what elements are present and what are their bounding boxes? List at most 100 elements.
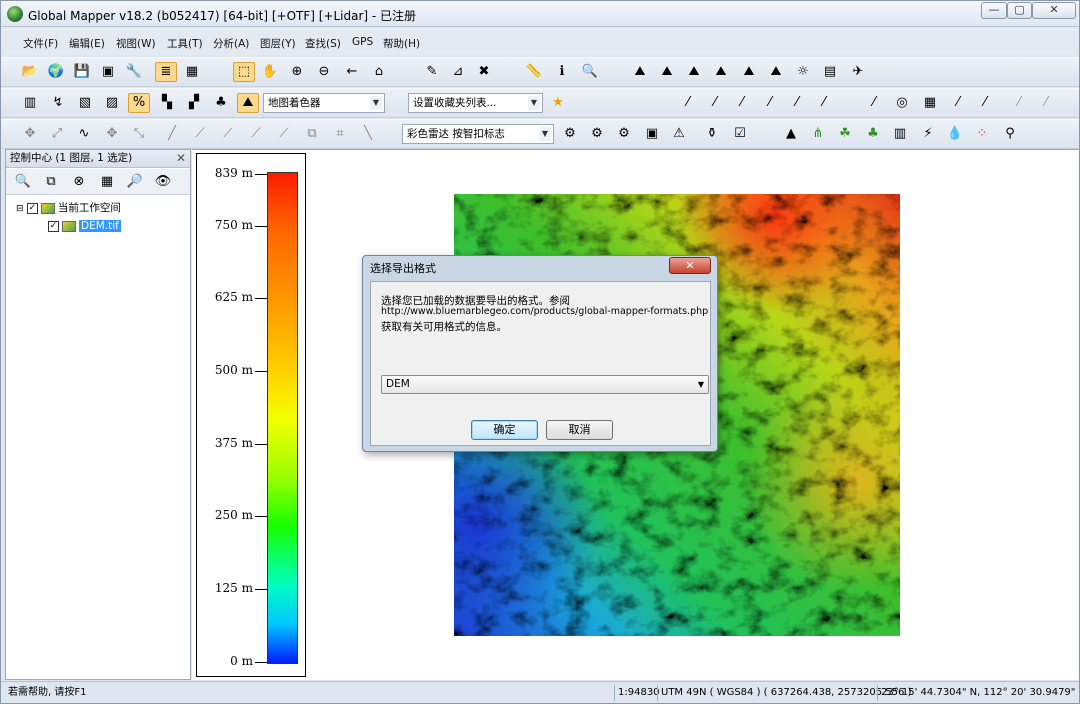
info-icon[interactable]: ℹ xyxy=(551,62,573,82)
lidar-profile-icon[interactable]: ▚ xyxy=(156,93,178,113)
draw-tool-7-icon[interactable]: ⁄ xyxy=(863,93,885,113)
draw-tool-10-icon[interactable]: ⁄ xyxy=(1008,93,1030,113)
edit-check-icon[interactable]: ☑ xyxy=(729,124,751,144)
measure-icon[interactable]: 📏 xyxy=(523,62,545,82)
pencil-icon[interactable]: ✎ xyxy=(421,62,443,82)
draw-tool-5-icon[interactable]: ⁄ xyxy=(786,93,808,113)
workspace-checkbox[interactable]: ✓ xyxy=(26,202,38,214)
layer-copy-icon[interactable]: ⧉ xyxy=(40,172,62,192)
slope-icon[interactable]: % xyxy=(128,93,150,113)
lidar-color-select[interactable]: 彩色雷达 按智扣标志 ▼ xyxy=(402,124,554,144)
gear-2-icon[interactable]: ⚙ xyxy=(586,124,608,144)
layer-panel-icon[interactable]: ▥ xyxy=(19,93,41,113)
tree-icon[interactable]: ♣ xyxy=(862,124,884,144)
draw-tool-8-icon[interactable]: ⁄ xyxy=(947,93,969,113)
layer-visibility-icon[interactable]: 👁 xyxy=(152,172,174,192)
terrain-4-icon[interactable]: ⛰ xyxy=(710,62,732,82)
zoom-out-icon[interactable]: ⊖ xyxy=(313,62,335,82)
layer-label[interactable]: DEM.tif xyxy=(79,220,121,232)
terrain-3-icon[interactable]: ⛰ xyxy=(683,62,705,82)
save-icon[interactable]: 💾 xyxy=(71,62,93,82)
crop-icon[interactable]: ⌗ xyxy=(329,124,351,144)
collapse-icon[interactable]: ⊟ xyxy=(16,204,24,214)
dialog-close-button[interactable]: ✕ xyxy=(669,257,711,274)
menu-file[interactable]: 文件(F) xyxy=(23,36,58,51)
view-2d-icon[interactable]: ▧ xyxy=(74,93,96,113)
minimize-button[interactable]: — xyxy=(981,2,1007,19)
close-icon[interactable]: ✕ xyxy=(176,150,186,167)
curve-icon[interactable]: ∿ xyxy=(73,124,95,144)
view-3d-icon[interactable]: ▨ xyxy=(101,93,123,113)
layer-options-icon[interactable]: ▦ xyxy=(96,172,118,192)
bush-icon[interactable]: ☘ xyxy=(834,124,856,144)
tree-workspace-row[interactable]: ⊟ ✓ 当前工作空间 xyxy=(16,200,121,216)
vertex-tool-1-icon[interactable]: ⟋ xyxy=(189,124,211,144)
menu-search[interactable]: 查找(S) xyxy=(305,36,341,51)
back-arrow-icon[interactable]: ← xyxy=(341,62,363,82)
close-window-button[interactable]: ✕ xyxy=(1032,2,1076,19)
points-icon[interactable]: ⁘ xyxy=(971,124,993,144)
draw-tool-3-icon[interactable]: ⁄ xyxy=(731,93,753,113)
menu-view[interactable]: 视图(W) xyxy=(116,36,156,51)
pan-hand-icon[interactable]: ✋ xyxy=(259,62,281,82)
control-center-icon[interactable]: ≣ xyxy=(155,62,177,82)
open-folder-icon[interactable]: 📂 xyxy=(19,62,41,82)
maximize-button[interactable]: ▢ xyxy=(1007,2,1032,19)
tree-layer-row[interactable]: ✓ DEM.tif xyxy=(48,218,121,234)
gear-3-icon[interactable]: ⚙ xyxy=(613,124,635,144)
image-filter-icon[interactable]: ▣ xyxy=(641,124,663,144)
shader-select[interactable]: 地图着色器 ▼ xyxy=(263,93,385,113)
mountain-icon[interactable]: ▲ xyxy=(780,124,802,144)
copy-icon[interactable]: ⧉ xyxy=(301,124,323,144)
workspace-icon[interactable]: ▣ xyxy=(97,62,119,82)
building-icon[interactable]: ▥ xyxy=(889,124,911,144)
cancel-button[interactable]: 取消 xyxy=(546,420,613,440)
water-drop-icon[interactable]: 💧 xyxy=(944,124,966,144)
warning-icon[interactable]: ⚠ xyxy=(668,124,690,144)
ok-button[interactable]: 确定 xyxy=(471,420,538,440)
ruler-icon[interactable]: ╲ xyxy=(357,124,379,144)
target-icon[interactable]: ◎ xyxy=(891,93,913,113)
menu-analysis[interactable]: 分析(A) xyxy=(213,36,249,51)
layer-zoom-icon[interactable]: 🔎 xyxy=(124,172,146,192)
zoom-in-icon[interactable]: ⊕ xyxy=(286,62,308,82)
move-2-icon[interactable]: ✥ xyxy=(101,124,123,144)
layer-close-icon[interactable]: ⊗ xyxy=(68,172,90,192)
power-line-icon[interactable]: ⚡ xyxy=(917,124,939,144)
draw-tool-2-icon[interactable]: ⁄ xyxy=(704,93,726,113)
terrain-1-icon[interactable]: ⛰ xyxy=(629,62,651,82)
globe-data-icon[interactable]: 🌍 xyxy=(45,62,67,82)
shader-icon[interactable]: ⛰ xyxy=(237,93,259,113)
menu-gps[interactable]: GPS xyxy=(352,36,373,48)
tree-lidar-icon[interactable]: ♣ xyxy=(210,93,232,113)
path-icon[interactable]: ↯ xyxy=(47,93,69,113)
layer-metadata-icon[interactable]: 🔍 xyxy=(12,172,34,192)
menu-layer[interactable]: 图层(Y) xyxy=(260,36,296,51)
grid-icon[interactable]: ▦ xyxy=(919,93,941,113)
export-format-select[interactable]: DEM ▼ xyxy=(381,375,709,394)
menu-help[interactable]: 帮助(H) xyxy=(383,36,420,51)
area-select-icon[interactable]: ⊿ xyxy=(447,62,469,82)
overview-map-icon[interactable]: ▦ xyxy=(181,62,203,82)
wrench-icon[interactable]: 🔧 xyxy=(123,62,145,82)
move-icon[interactable]: ✥ xyxy=(19,124,41,144)
filter-icon[interactable]: ⚱ xyxy=(701,124,723,144)
draw-tool-11-icon[interactable]: ⁄ xyxy=(1035,93,1057,113)
draw-tool-9-icon[interactable]: ⁄ xyxy=(974,93,996,113)
star-icon[interactable]: ★ xyxy=(547,93,569,113)
terrain-5-icon[interactable]: ⛰ xyxy=(738,62,760,82)
layer-checkbox[interactable]: ✓ xyxy=(48,220,59,232)
vertex-tool-3-icon[interactable]: ⟋ xyxy=(245,124,267,144)
digitizer-select-icon[interactable]: ⬚ xyxy=(233,62,255,82)
favorites-select[interactable]: 设置收藏夹列表... ▼ xyxy=(408,93,543,113)
menu-tools[interactable]: 工具(T) xyxy=(167,36,203,51)
gear-1-icon[interactable]: ⚙ xyxy=(559,124,581,144)
home-icon[interactable]: ⌂ xyxy=(368,62,390,82)
terrain-8-icon[interactable]: ▤ xyxy=(819,62,841,82)
search-lidar-icon[interactable]: ⚲ xyxy=(999,124,1021,144)
draw-tool-4-icon[interactable]: ⁄ xyxy=(759,93,781,113)
terrain-6-icon[interactable]: ⛰ xyxy=(765,62,787,82)
edit-vertex-icon[interactable]: ⤢ xyxy=(46,124,68,144)
search-vector-icon[interactable]: 🔍 xyxy=(579,62,601,82)
grass-icon[interactable]: ⋔ xyxy=(807,124,829,144)
